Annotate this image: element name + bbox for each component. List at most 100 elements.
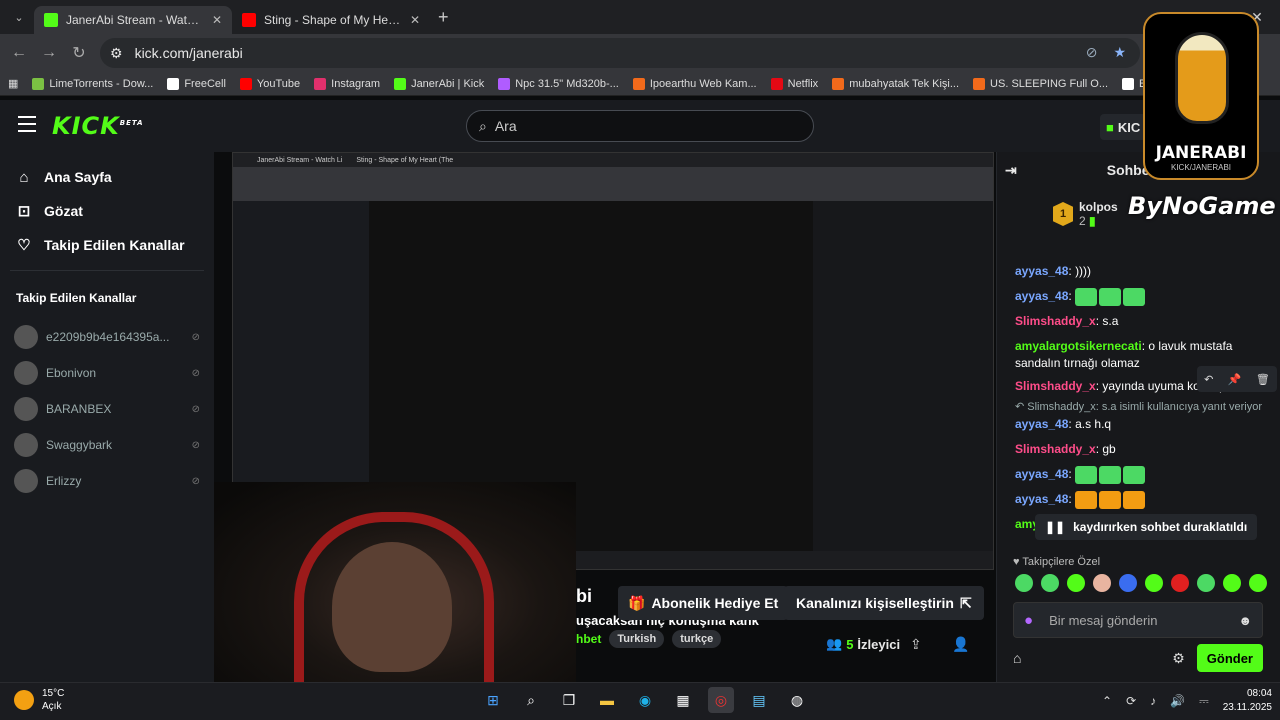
store-icon[interactable]: ⌂ — [1013, 650, 1021, 666]
chat-input[interactable]: ● Bir mesaj gönderin ☻ — [1013, 602, 1263, 638]
tab-close-icon[interactable]: ✕ — [410, 13, 420, 27]
emote[interactable] — [1197, 574, 1215, 592]
chat-message[interactable]: Slimshaddy_x: gb — [997, 438, 1280, 463]
nav-following[interactable]: ♡ Takip Edilen Kanallar — [0, 228, 214, 262]
chat-paused-banner[interactable]: ❚❚ kaydırırken sohbet duraklatıldı — [1035, 514, 1258, 540]
emote[interactable] — [1223, 574, 1241, 592]
emote[interactable] — [1145, 574, 1163, 592]
bookmark-star-icon[interactable]: ★ — [1113, 44, 1126, 61]
sync-icon[interactable]: ⟳ — [1126, 694, 1136, 708]
sidebar-channel-item[interactable]: BARANBEX ⊘ — [0, 391, 214, 427]
app-icon[interactable]: ▤ — [746, 687, 772, 713]
chat-username[interactable]: ayyas_48 — [1015, 467, 1068, 481]
weather-widget[interactable]: 15°C Açık — [14, 687, 64, 713]
microphone-icon[interactable]: ♪ — [1150, 694, 1156, 708]
site-info-icon[interactable]: ⚙ — [110, 45, 123, 62]
chat-username[interactable]: Slimshaddy_x — [1015, 442, 1096, 456]
emote[interactable] — [1093, 574, 1111, 592]
follow-user-icon[interactable]: 👤 — [952, 636, 969, 653]
emote[interactable] — [1171, 574, 1189, 592]
chat-username[interactable]: ayyas_48 — [1015, 264, 1068, 278]
gift-subscription-button[interactable]: 🎁 Abonelik Hediye Et — [618, 586, 789, 620]
nav-home[interactable]: ⌂ Ana Sayfa — [0, 160, 214, 194]
bookmark-item[interactable]: mubahyatak Tek Kişi... — [832, 77, 959, 90]
emote[interactable] — [1015, 574, 1033, 592]
chat-message[interactable]: Slimshaddy_x: s.a — [997, 310, 1280, 335]
apps-icon[interactable]: ▦ — [8, 77, 18, 90]
chat-username[interactable]: ayyas_48 — [1015, 289, 1068, 303]
bookmark-item[interactable]: Ipoearthu Web Kam... — [632, 77, 757, 90]
back-icon[interactable]: ← — [4, 44, 34, 62]
kick-logo[interactable]: KICKBETA — [52, 112, 144, 140]
send-button[interactable]: Gönder — [1196, 644, 1263, 672]
chrome-icon[interactable]: ◎ — [708, 687, 734, 713]
chat-username[interactable]: ayyas_48 — [1015, 417, 1068, 431]
bookmark-item[interactable]: Npc 31.5" Md320b-... — [498, 77, 619, 90]
tag-badge[interactable]: Turkish — [609, 630, 665, 648]
pin-icon[interactable]: 📌 — [1228, 373, 1242, 386]
chat-username[interactable]: Slimshaddy_x — [1015, 379, 1096, 393]
chat-message[interactable]: ayyas_48: — [997, 463, 1280, 488]
file-explorer-icon[interactable]: ▬ — [594, 687, 620, 713]
top-gifter[interactable]: 1 kolpos 2 ▮ — [1053, 200, 1118, 228]
volume-icon[interactable]: 🔊 — [1170, 694, 1185, 708]
category-link[interactable]: hbet — [576, 632, 601, 646]
nested-tabbar: JanerAbi Stream - Watch Li Sting - Shape … — [233, 153, 993, 167]
chevron-up-icon[interactable]: ⌃ — [1102, 694, 1112, 708]
kick-k-icon: ■ — [1106, 119, 1114, 135]
edge-icon[interactable]: ◉ — [632, 687, 658, 713]
search-icon[interactable]: ⌕ — [518, 687, 544, 713]
emote[interactable] — [1067, 574, 1085, 592]
kick-account-button[interactable]: ■ KIC — [1100, 114, 1147, 140]
bookmark-item[interactable]: Netflix — [770, 77, 818, 90]
emote[interactable] — [1249, 574, 1267, 592]
bookmark-item[interactable]: YouTube — [239, 77, 300, 90]
chat-username[interactable]: amyalargotsikernecati — [1015, 339, 1142, 353]
customize-channel-button[interactable]: Kanalınızı kişiselleştirin ⇱ — [784, 586, 984, 620]
sidebar-channel-item[interactable]: Ebonivon ⊘ — [0, 355, 214, 391]
tab-close-icon[interactable]: ✕ — [212, 13, 222, 27]
chat-username[interactable]: Slimshaddy_x — [1015, 314, 1096, 328]
emote[interactable] — [1041, 574, 1059, 592]
network-icon[interactable]: ⎓ — [1199, 694, 1209, 709]
task-view-icon[interactable]: ❐ — [556, 687, 582, 713]
pause-icon: ❚❚ — [1045, 520, 1066, 534]
collapse-chat-icon[interactable]: ⇥ — [1005, 162, 1017, 179]
menu-icon[interactable] — [18, 116, 36, 137]
tag-badge[interactable]: turkçe — [672, 630, 722, 648]
reload-icon[interactable]: ↻ — [64, 43, 94, 63]
eye-off-icon[interactable]: ⊘ — [1086, 44, 1098, 61]
reply-icon[interactable]: ↶ — [1204, 373, 1213, 386]
tab-search-icon[interactable]: ⌄ — [4, 5, 34, 29]
bookmark-item[interactable]: LimeTorrents - Dow... — [32, 77, 153, 90]
bookmark-item[interactable]: JanerAbi | Kick — [394, 77, 484, 90]
address-bar[interactable]: ⚙ kick.com/janerabi ⊘ ★ — [100, 38, 1140, 68]
chat-message[interactable]: ayyas_48: )))) — [997, 260, 1280, 285]
search-input[interactable]: ⌕ Ara — [466, 110, 814, 142]
share-icon[interactable]: ⇪ — [910, 636, 922, 653]
chat-message[interactable]: ayyas_48: a.s h.q — [997, 413, 1280, 438]
chat-username[interactable]: ayyas_48 — [1015, 492, 1068, 506]
bookmark-item[interactable]: US. SLEEPING Full O... — [973, 77, 1108, 90]
store-icon[interactable]: ▦ — [670, 687, 696, 713]
settings-icon[interactable]: ⚙ — [1172, 650, 1185, 667]
sidebar-channel-item[interactable]: Erlizzy ⊘ — [0, 463, 214, 499]
emoji-icon[interactable]: ☻ — [1238, 613, 1252, 628]
chat-message[interactable]: ayyas_48: — [997, 488, 1280, 513]
sidebar-channel-item[interactable]: Swaggybark ⊘ — [0, 427, 214, 463]
chat-message[interactable]: ayyas_48: — [997, 285, 1280, 310]
start-icon[interactable]: ⊞ — [480, 687, 506, 713]
forward-icon[interactable]: → — [34, 44, 64, 62]
clock[interactable]: 08:04 23.11.2025 — [1223, 687, 1272, 715]
github-icon[interactable]: ◍ — [784, 687, 810, 713]
new-tab-button[interactable]: + — [438, 7, 449, 28]
tab-kick[interactable]: JanerAbi Stream - Watch Li ✕ — [34, 6, 232, 34]
emote[interactable] — [1119, 574, 1137, 592]
delete-icon[interactable]: 🗑 — [1256, 373, 1270, 386]
tab-youtube[interactable]: Sting - Shape of My Heart (The ✕ — [232, 6, 430, 34]
bookmark-item[interactable]: FreeCell — [167, 77, 226, 90]
bookmark-item[interactable]: Instagram — [314, 77, 380, 90]
nav-browse[interactable]: ⊡ Gözat — [0, 194, 214, 228]
microphone-icon[interactable]: ● — [1024, 612, 1033, 629]
sidebar-channel-item[interactable]: e2209b9b4e164395a... ⊘ — [0, 319, 214, 355]
